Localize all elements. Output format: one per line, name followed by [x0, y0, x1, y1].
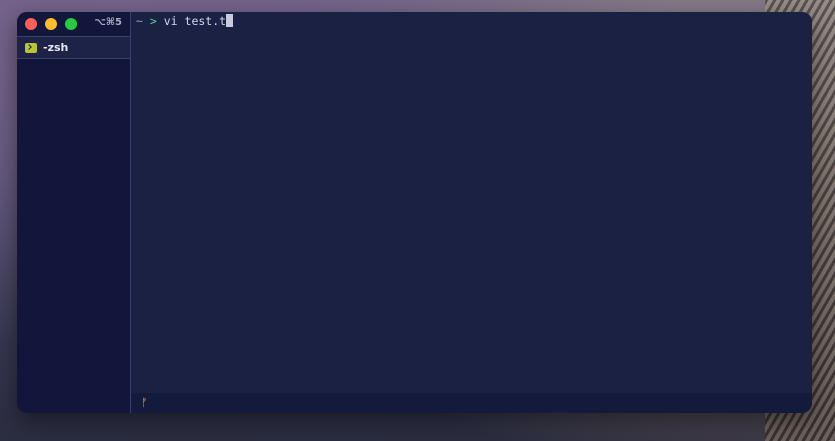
command-text: vi test.t — [163, 14, 227, 28]
window-shortcut-label: ⌥⌘5 — [94, 17, 122, 28]
tab-label: -zsh — [43, 41, 69, 54]
terminal-pane[interactable]: ~ > vi test.t — [131, 12, 812, 393]
git-branch-icon: ᚠ — [141, 396, 148, 409]
sidebar-tab-zsh[interactable]: -zsh — [17, 36, 130, 59]
title-bar[interactable]: ⌥⌘5 — [17, 12, 130, 36]
close-button[interactable] — [25, 18, 37, 30]
zoom-button[interactable] — [65, 18, 77, 30]
prompt-directory: ~ — [136, 14, 143, 28]
minimize-button[interactable] — [45, 18, 57, 30]
desktop-background: ⌥⌘5 -zsh ~ > vi test.t ᚠ — [0, 0, 835, 441]
prompt-line: ~ > vi test.t — [136, 14, 234, 29]
session-sidebar: ⌥⌘5 -zsh — [17, 12, 131, 413]
text-cursor — [226, 14, 234, 27]
terminal-icon — [25, 42, 37, 53]
status-bar: ᚠ — [131, 393, 812, 413]
prompt-arrow: > — [149, 14, 157, 28]
terminal-window[interactable]: ⌥⌘5 -zsh ~ > vi test.t ᚠ — [17, 12, 812, 413]
